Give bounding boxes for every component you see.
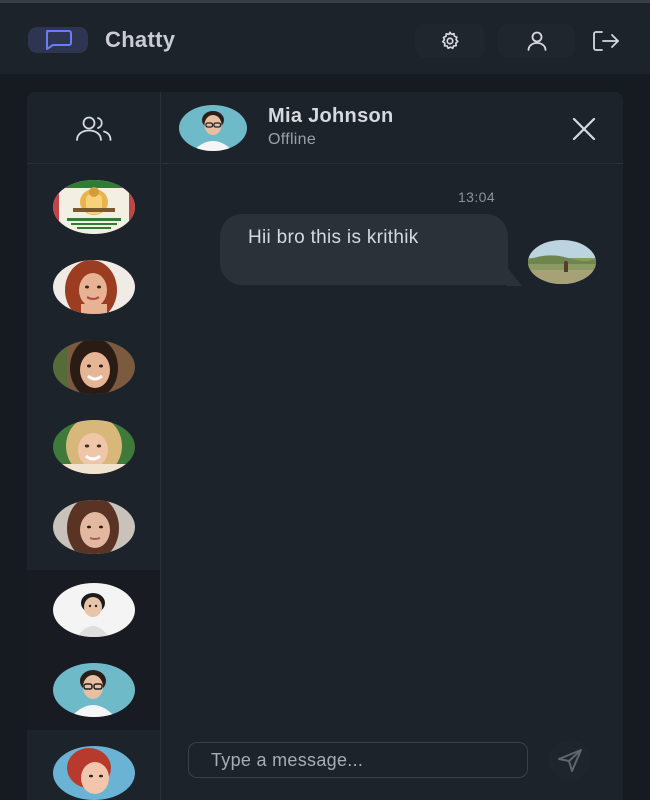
contact-item[interactable] <box>27 247 160 327</box>
avatar-landscape <box>528 240 596 284</box>
contacts-sidebar <box>27 92 161 800</box>
contact-item-active[interactable] <box>27 570 160 650</box>
contacts-header <box>27 92 160 164</box>
contact-item[interactable] <box>27 407 160 487</box>
message-square-icon <box>28 27 88 53</box>
contact-status: Offline <box>268 131 317 148</box>
chat-header: Mia Johnson Offline <box>162 92 623 164</box>
gear-icon <box>439 30 461 52</box>
avatar-mia-johnson <box>52 663 135 717</box>
avatar-saraswati <box>52 180 135 234</box>
contact-item[interactable] <box>27 733 160 800</box>
users-icon[interactable] <box>74 114 114 142</box>
close-icon <box>571 116 597 142</box>
contact-item-active[interactable] <box>27 650 160 730</box>
logout-button[interactable] <box>584 24 628 58</box>
contact-item[interactable] <box>27 327 160 407</box>
message-bubble: Hii bro this is krithik <box>220 214 508 285</box>
avatar-woman-red-hair-2 <box>52 746 135 800</box>
settings-button[interactable] <box>415 24 485 58</box>
avatar-woman-red-hair <box>52 260 135 314</box>
send-button[interactable] <box>548 740 592 780</box>
message-bubble-tail <box>506 266 522 286</box>
app-title: Chatty <box>105 27 176 52</box>
avatar-person-white-background <box>52 583 135 637</box>
message-input[interactable] <box>189 743 527 777</box>
avatar-mia-johnson <box>179 105 247 151</box>
top-bar: Chatty <box>0 0 650 74</box>
close-chat-button[interactable] <box>569 114 599 144</box>
message-input-wrapper <box>188 742 528 778</box>
chat-container: Mia Johnson Offline 13:04 Hii bro this i… <box>27 92 623 800</box>
send-icon <box>556 747 584 773</box>
message-timestamp: 13:04 <box>458 189 496 205</box>
contact-item[interactable] <box>27 487 160 567</box>
avatar-woman-blonde <box>52 420 135 474</box>
user-icon <box>525 29 549 53</box>
avatar-woman-brown-hair <box>52 500 135 554</box>
contact-name: Mia Johnson <box>268 105 394 127</box>
chat-panel: Mia Johnson Offline 13:04 Hii bro this i… <box>162 92 623 800</box>
profile-button[interactable] <box>498 24 575 58</box>
logout-icon <box>591 29 621 53</box>
contact-item[interactable] <box>27 167 160 247</box>
avatar-woman-smiling <box>52 340 135 394</box>
